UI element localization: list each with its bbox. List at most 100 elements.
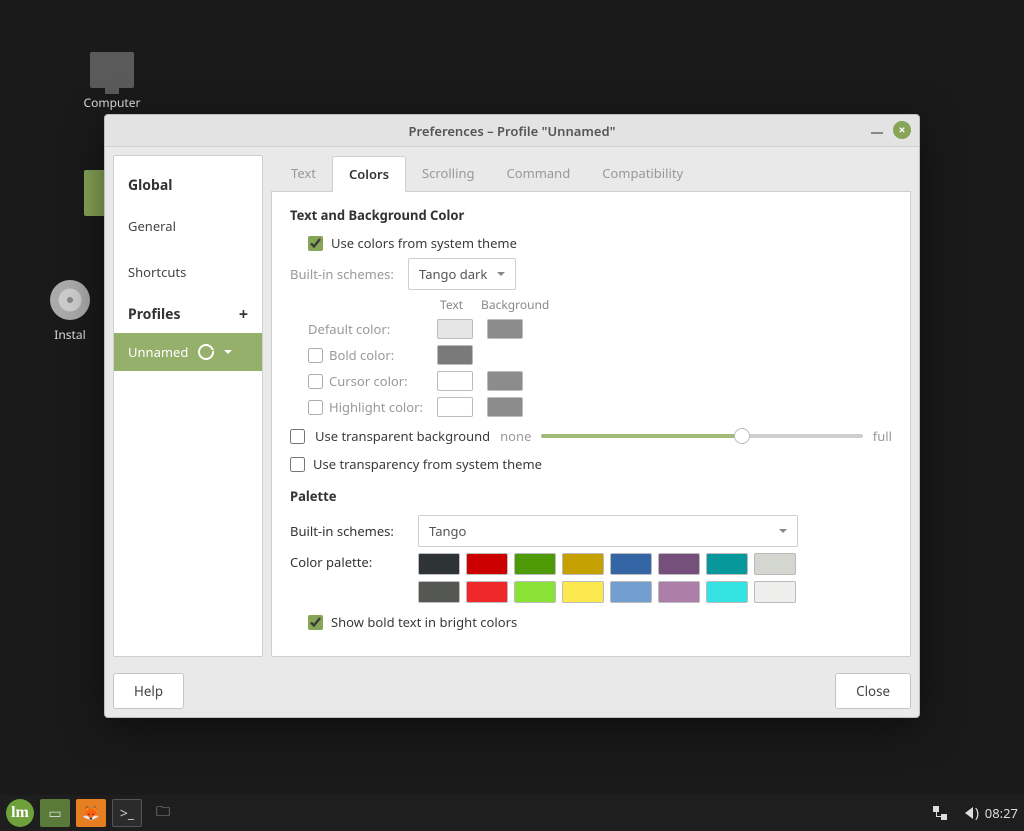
disc-icon <box>50 280 90 320</box>
palette-swatch-0-0[interactable] <box>418 553 460 575</box>
close-window-button[interactable]: × <box>893 121 911 139</box>
profile-menu-caret-icon[interactable] <box>224 350 232 358</box>
sidebar-global-header: Global <box>114 168 262 203</box>
default-text-swatch[interactable] <box>437 319 473 339</box>
tab-text[interactable]: Text <box>275 156 332 192</box>
palette-swatch-0-6[interactable] <box>706 553 748 575</box>
palette-swatch-0-1[interactable] <box>466 553 508 575</box>
default-color-row: Default color: <box>308 319 892 339</box>
show-bold-checkbox[interactable] <box>308 615 323 630</box>
show-bold-row: Show bold text in bright colors <box>290 613 892 631</box>
content-panel: Text and Background Color Use colors fro… <box>271 192 911 657</box>
palette-builtin-row: Built-in schemes: Tango <box>290 515 892 547</box>
tab-scrolling[interactable]: Scrolling <box>406 156 490 192</box>
palette-builtin-label: Built-in schemes: <box>290 522 410 540</box>
cursor-color-checkbox[interactable] <box>308 374 323 389</box>
highlight-text-swatch[interactable] <box>437 397 473 417</box>
minimize-button[interactable] <box>871 132 883 134</box>
titlebar[interactable]: Preferences – Profile "Unnamed" × <box>105 115 919 147</box>
palette-swatch-1-1[interactable] <box>466 581 508 603</box>
firefox-launcher[interactable]: 🦊 <box>76 799 106 827</box>
bold-color-checkbox[interactable] <box>308 348 323 363</box>
volume-icon[interactable] <box>959 807 973 819</box>
palette-swatch-1-7[interactable] <box>754 581 796 603</box>
profile-row-unnamed[interactable]: Unnamed <box>114 333 262 371</box>
use-system-theme-label: Use colors from system theme <box>331 234 517 252</box>
preferences-dialog: Preferences – Profile "Unnamed" × Global… <box>104 114 920 718</box>
sidebar-item-general[interactable]: General <box>114 203 262 249</box>
transparent-bg-checkbox[interactable] <box>290 429 305 444</box>
palette-row-1 <box>418 581 796 603</box>
palette-swatch-0-7[interactable] <box>754 553 796 575</box>
slider-thumb[interactable] <box>734 428 750 444</box>
col-head-bg: Background <box>481 296 549 313</box>
window-title: Preferences – Profile "Unnamed" <box>409 122 616 140</box>
transp-system-row: Use transparency from system theme <box>290 455 892 473</box>
sidebar-profiles-label: Profiles <box>128 305 181 324</box>
section-palette: Palette <box>290 487 892 505</box>
transparent-bg-label: Use transparent background <box>315 427 490 445</box>
tab-command[interactable]: Command <box>491 156 587 192</box>
palette-row: Color palette: <box>290 553 892 603</box>
desktop-icon-computer[interactable]: Computer <box>72 52 152 111</box>
palette-swatch-0-4[interactable] <box>610 553 652 575</box>
cursor-bg-swatch[interactable] <box>487 371 523 391</box>
color-column-headers: Text Background <box>440 296 892 313</box>
palette-label: Color palette: <box>290 553 410 571</box>
start-menu-button[interactable]: lm <box>6 799 34 827</box>
default-bg-swatch[interactable] <box>487 319 523 339</box>
profile-name: Unnamed <box>128 343 188 361</box>
add-profile-button[interactable]: + <box>239 303 248 325</box>
tabs: Text Colors Scrolling Command Compatibil… <box>271 155 911 192</box>
builtin-scheme-row: Built-in schemes: Tango dark <box>290 258 892 290</box>
transparency-slider[interactable] <box>541 434 862 438</box>
sidebar-profiles-header: Profiles + <box>114 295 262 333</box>
bold-text-swatch[interactable] <box>437 345 473 365</box>
clock[interactable]: 08:27 <box>985 804 1018 822</box>
show-bold-label: Show bold text in bright colors <box>331 613 517 631</box>
palette-swatch-0-3[interactable] <box>562 553 604 575</box>
taskbar: lm ▭ 🦊 >_ 🗀 08:27 <box>0 795 1024 831</box>
palette-swatch-1-2[interactable] <box>514 581 556 603</box>
desktop-icon-install[interactable]: Instal <box>40 280 100 343</box>
palette-swatch-0-2[interactable] <box>514 553 556 575</box>
help-button[interactable]: Help <box>113 673 184 709</box>
transp-system-checkbox[interactable] <box>290 457 305 472</box>
cursor-text-swatch[interactable] <box>437 371 473 391</box>
palette-swatch-1-0[interactable] <box>418 581 460 603</box>
terminal-taskbar-button[interactable]: >_ <box>112 799 142 827</box>
desktop-icon-label: Computer <box>72 94 152 111</box>
transp-system-label: Use transparency from system theme <box>313 455 542 473</box>
show-desktop-button[interactable]: ▭ <box>40 799 70 827</box>
use-system-theme-row: Use colors from system theme <box>290 234 892 252</box>
col-head-text: Text <box>440 296 463 313</box>
bg-window-hint <box>84 170 104 216</box>
transparent-bg-row: Use transparent background none full <box>290 427 892 445</box>
monitor-icon <box>90 52 134 88</box>
palette-builtin-select[interactable]: Tango <box>418 515 798 547</box>
transp-none-label: none <box>500 427 531 445</box>
highlight-bg-swatch[interactable] <box>487 397 523 417</box>
highlight-color-checkbox[interactable] <box>308 400 323 415</box>
highlight-color-row: Highlight color: <box>308 397 892 417</box>
builtin-scheme-select[interactable]: Tango dark <box>408 258 516 290</box>
use-system-theme-checkbox[interactable] <box>308 236 323 251</box>
palette-row-0 <box>418 553 796 575</box>
palette-swatch-1-6[interactable] <box>706 581 748 603</box>
cursor-color-row: Cursor color: <box>308 371 892 391</box>
sidebar-item-shortcuts[interactable]: Shortcuts <box>114 249 262 295</box>
tab-colors[interactable]: Colors <box>332 156 406 192</box>
palette-swatch-1-4[interactable] <box>610 581 652 603</box>
system-tray: 08:27 <box>933 804 1018 822</box>
network-icon[interactable] <box>933 806 947 820</box>
sidebar: Global General Shortcuts Profiles + Unna… <box>113 155 263 657</box>
palette-swatch-0-5[interactable] <box>658 553 700 575</box>
transp-full-label: full <box>873 427 892 445</box>
palette-swatch-1-5[interactable] <box>658 581 700 603</box>
files-launcher[interactable]: 🗀 <box>148 799 178 827</box>
palette-swatch-1-3[interactable] <box>562 581 604 603</box>
close-button[interactable]: Close <box>835 673 911 709</box>
palette-grid <box>418 553 796 603</box>
bold-color-label: Bold color: <box>329 346 394 364</box>
tab-compatibility[interactable]: Compatibility <box>586 156 699 192</box>
